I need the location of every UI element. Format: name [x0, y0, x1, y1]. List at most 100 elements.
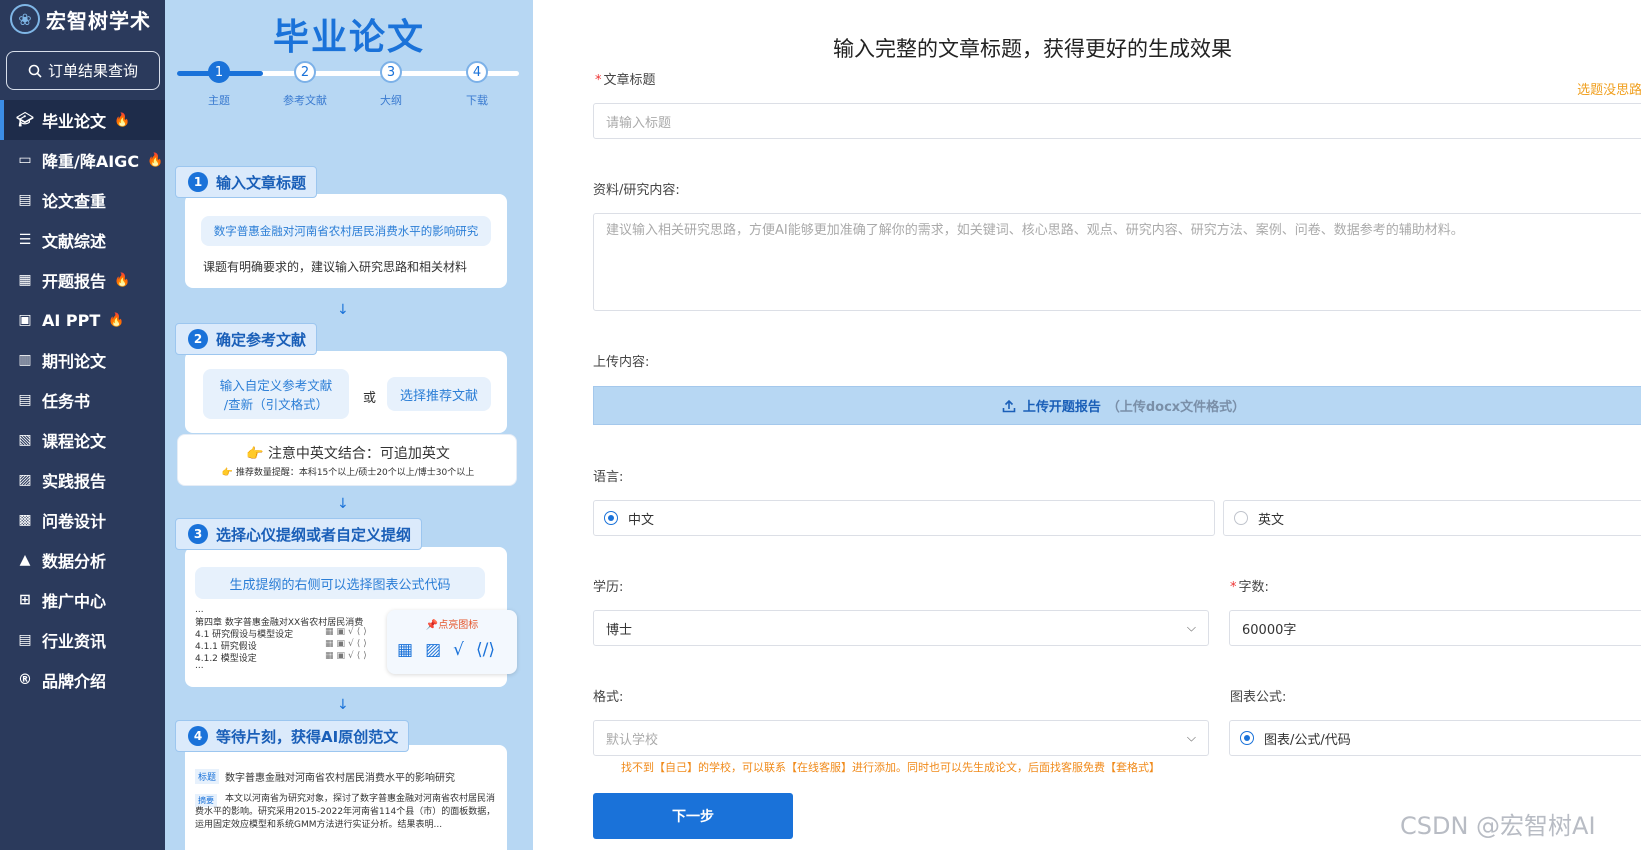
reference-tip-box: 👉 注意中英文结合：可追加英文 👉 推荐数量提醒：本科15个以上/硕士20个以上… [177, 434, 517, 486]
sidebar-item-label: 开题报告 [42, 272, 107, 291]
step-2-label: 参考文献 [283, 94, 327, 107]
sidebar-item-promotion[interactable]: ⊞ 推广中心 [0, 580, 165, 620]
image-icon[interactable]: ▨ [425, 640, 441, 660]
step-4-label: 下载 [466, 94, 488, 107]
mixed-language-tip-text: 注意中英文结合：可追加英文 [267, 446, 450, 462]
sidebar-item-news[interactable]: ▤ 行业资讯 [0, 620, 165, 660]
title-placeholder: 请输入标题 [606, 115, 672, 131]
ppt-icon: ▣ [18, 312, 32, 328]
language-english-label: 英文 [1258, 512, 1285, 528]
sidebar-item-rewrite[interactable]: ▭ 降重/降AIGC 🔥 [0, 140, 165, 180]
fire-icon: 🔥 [147, 152, 164, 168]
outline-row-icons: ▦▣√⟨⟩ [325, 627, 370, 637]
sidebar-item-course-paper[interactable]: ▧ 课程论文 [0, 420, 165, 460]
survey-icon: ▩ [18, 512, 32, 528]
sidebar-item-brand[interactable]: ® 品牌介绍 [0, 660, 165, 700]
degree-label: 学历: [593, 580, 624, 595]
chevron-down-icon: ⌵ [1186, 730, 1196, 745]
sidebar-item-survey[interactable]: ▩ 问卷设计 [0, 500, 165, 540]
chart-formula-option[interactable]: 图表/公式/代码 [1229, 720, 1641, 756]
title-label-text: 文章标题 [603, 73, 656, 88]
title-input[interactable]: 请输入标题 [593, 103, 1641, 139]
grid-icon: ⊞ [19, 592, 31, 608]
order-query-button[interactable]: 订单结果查询 [6, 51, 160, 90]
sidebar-item-task[interactable]: ▤ 任务书 [0, 380, 165, 420]
degree-select[interactable]: 博士 ⌵ [593, 610, 1209, 646]
step-3-label: 大纲 [380, 94, 402, 107]
card3-tag: 3 选择心仪提纲或者自定义提纲 [175, 518, 423, 550]
icon-popup-title-text: 点亮图标 [438, 620, 479, 631]
step-4-dot: 4 [466, 61, 488, 83]
sidebar-item-label: 期刊论文 [42, 352, 107, 371]
task-icon: ▤ [18, 392, 32, 408]
language-chinese-label: 中文 [628, 512, 655, 528]
thesis-form: 输入完整的文章标题，获得更好的生成效果 *文章标题 选题没思路? 请输入标题 资… [533, 0, 1641, 850]
sidebar-item-practice-report[interactable]: ▨ 实践报告 [0, 460, 165, 500]
sidebar-item-label: 任务书 [42, 392, 91, 411]
research-content-textarea[interactable]: 建议输入相关研究思路，方便AI能够更加准确了解你的需求，如关键词、核心思路、观点… [593, 213, 1641, 311]
sidebar-item-journal[interactable]: ▥ 期刊论文 [0, 340, 165, 380]
code-icon[interactable]: ⟨/⟩ [476, 640, 495, 660]
upload-proposal-button[interactable]: 上传开题报告 （上传docx文件格式） [593, 386, 1641, 425]
outline-hint: 生成提纲的右侧可以选择图表公式代码 [195, 567, 485, 599]
or-text: 或 [363, 391, 377, 406]
sidebar-item-graduation-thesis[interactable]: 🎓︎ 毕业论文 🔥 [0, 100, 165, 140]
word-count-value: 60000字 [1242, 622, 1297, 638]
fire-icon: 🔥 [114, 272, 131, 288]
radio-selected-icon [604, 511, 618, 525]
sidebar-item-proposal[interactable]: ▦ 开题报告 🔥 [0, 260, 165, 300]
card2-tag-label: 确定参考文献 [216, 330, 307, 349]
word-count-input[interactable]: 60000字 [1229, 610, 1641, 646]
card2-tag: 2 确定参考文献 [175, 323, 318, 355]
card1-tag-label: 输入文章标题 [216, 173, 307, 192]
registered-icon: ® [18, 672, 32, 688]
upload-label: 上传内容: [593, 355, 650, 370]
sidebar-item-data-analysis[interactable]: ▲ 数据分析 [0, 540, 165, 580]
language-option-chinese[interactable]: 中文 [593, 500, 1215, 536]
example-title: 数字普惠金融对河南省农村居民消费水平的影响研究 [201, 216, 491, 246]
pointing-hand-icon: 👉 [246, 446, 264, 462]
chart-icon: ▲ [19, 552, 31, 568]
guide-card-title: 数字普惠金融对河南省农村居民消费水平的影响研究 课题有明确要求的，建议输入研究思… [185, 194, 507, 288]
search-icon [28, 64, 42, 78]
sidebar-item-plagiarism-check[interactable]: ▤ 论文查重 [0, 180, 165, 220]
language-option-english[interactable]: 英文 [1223, 500, 1641, 536]
brand[interactable]: ❀ 宏智树学术 [10, 4, 151, 34]
down-arrow-icon: ↓ [337, 697, 349, 713]
card4-num: 4 [188, 726, 208, 746]
next-step-button[interactable]: 下一步 [593, 793, 793, 839]
outline-line: 4.1.2 模型设定 [195, 654, 257, 664]
format-select[interactable]: 默认学校 ⌵ [593, 720, 1209, 756]
outline-ellipsis-bottom: ... [195, 661, 204, 671]
content-label: 资料/研究内容: [593, 183, 680, 198]
tree-logo-icon: ❀ [10, 4, 40, 34]
chevron-down-icon: ⌵ [1186, 620, 1196, 635]
title-tag: 标题 [195, 769, 220, 784]
topic-idea-link[interactable]: 选题没思路? [1577, 79, 1641, 98]
pointing-hand-icon: 👉 [221, 468, 233, 478]
title-label: * 文章标题 [595, 69, 656, 88]
sidebar-item-label: 品牌介绍 [42, 672, 107, 691]
sidebar-item-label: 实践报告 [42, 472, 107, 491]
language-label: 语言: [593, 470, 624, 485]
card2-num: 2 [188, 329, 208, 349]
card4-tag: 4 等待片刻，获得AI原创范文 [175, 720, 410, 752]
step-1-label: 主题 [208, 94, 230, 107]
result-title: 数字普惠金融对河南省农村居民消费水平的影响研究 [225, 773, 455, 784]
icon-popup-title: 📌点亮图标 [387, 616, 517, 631]
card3-tag-label: 选择心仪提纲或者自定义提纲 [216, 525, 412, 544]
cap-icon: 🎓︎ [16, 112, 34, 128]
brand-name: 宏智树学术 [46, 8, 151, 33]
formula-icon[interactable]: √ [453, 640, 464, 660]
table-icon[interactable]: ▦ [397, 640, 413, 660]
report-icon: ▦ [18, 272, 32, 288]
card4-tag-label: 等待片刻，获得AI原创范文 [216, 727, 399, 746]
order-query-label: 订单结果查询 [47, 62, 138, 80]
card1-note: 课题有明确要求的，建议输入研究思路和相关材料 [203, 260, 468, 274]
sidebar-item-label: 毕业论文 [42, 112, 107, 131]
sidebar-item-label: 课程论文 [42, 432, 107, 451]
watermark: CSDN @宏智树AI [1400, 812, 1596, 840]
sidebar-item-ai-ppt[interactable]: ▣ AI PPT 🔥 [0, 300, 165, 340]
sidebar-item-literature-review[interactable]: ☰ 文献综述 [0, 220, 165, 260]
sidebar-item-label: 推广中心 [42, 592, 107, 611]
